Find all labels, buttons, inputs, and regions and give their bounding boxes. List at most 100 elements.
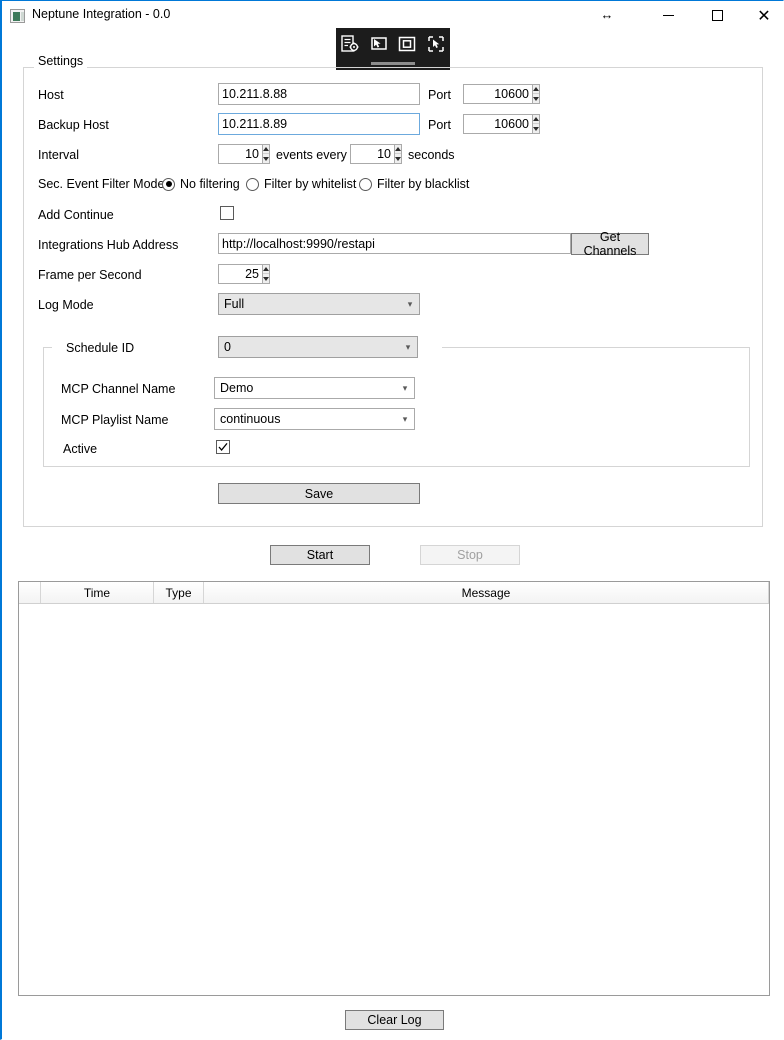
backup-host-label: Backup Host	[38, 118, 109, 132]
host-port-spinner[interactable]	[463, 84, 540, 104]
start-button[interactable]: Start	[270, 545, 370, 565]
log-table-body[interactable]	[19, 604, 769, 995]
arrow-down-icon	[533, 97, 539, 101]
mcp-playlist-label: MCP Playlist Name	[61, 413, 168, 427]
active-checkbox[interactable]	[216, 440, 230, 454]
mcp-playlist-value: continuous	[220, 412, 396, 426]
interval-seconds-spin-buttons[interactable]	[394, 145, 401, 163]
hub-address-input[interactable]	[218, 233, 571, 254]
settings-group-label: Settings	[34, 54, 87, 68]
close-button[interactable]: ✕	[741, 1, 784, 30]
host-port-input[interactable]	[464, 85, 532, 103]
backup-host-port-spin-buttons[interactable]	[532, 115, 539, 133]
radio-filter-by-whitelist-label: Filter by whitelist	[264, 177, 356, 191]
frame-per-second-input[interactable]	[219, 265, 262, 283]
arrow-down-icon	[263, 157, 269, 161]
minimize-icon	[663, 15, 674, 16]
mcp-channel-label: MCP Channel Name	[61, 382, 175, 396]
window-title: Neptune Integration - 0.0	[32, 7, 170, 21]
host-port-label: Port	[428, 88, 451, 102]
frame-per-second-spinner[interactable]	[218, 264, 270, 284]
add-continue-checkbox[interactable]	[220, 206, 234, 220]
radio-no-filtering-indicator	[162, 178, 175, 191]
radio-no-filtering-label: No filtering	[180, 177, 240, 191]
interval-events-decrement-button[interactable]	[263, 154, 269, 163]
radio-filter-by-whitelist[interactable]: Filter by whitelist	[246, 177, 356, 191]
interval-events-input[interactable]	[219, 145, 262, 163]
arrow-up-icon	[395, 147, 401, 151]
add-continue-label: Add Continue	[38, 208, 114, 222]
interval-trailing-label: seconds	[408, 148, 455, 162]
active-label: Active	[63, 442, 97, 456]
backup-host-port-increment-button[interactable]	[533, 115, 539, 124]
host-port-increment-button[interactable]	[533, 85, 539, 94]
interval-seconds-increment-button[interactable]	[395, 145, 401, 154]
chevron-down-icon: ▾	[401, 299, 419, 310]
app-icon	[10, 9, 25, 23]
log-mode-value: Full	[224, 297, 401, 311]
mcp-channel-value: Demo	[220, 381, 396, 395]
radio-filter-by-blacklist[interactable]: Filter by blacklist	[359, 177, 469, 191]
host-input[interactable]	[218, 83, 420, 105]
chevron-down-icon: ▾	[396, 383, 414, 394]
frame-per-second-label: Frame per Second	[38, 268, 142, 282]
schedule-id-label: Schedule ID	[66, 341, 134, 355]
horizontal-resize-cursor: ↔	[599, 6, 615, 22]
interval-seconds-spinner[interactable]	[350, 144, 402, 164]
log-mode-select[interactable]: Full ▾	[218, 293, 420, 315]
backup-host-port-spinner[interactable]	[463, 114, 540, 134]
arrow-up-icon	[533, 87, 539, 91]
backup-host-port-decrement-button[interactable]	[533, 124, 539, 133]
log-column-gutter	[19, 582, 41, 603]
application-window: Neptune Integration - 0.0 ↔ ✕	[0, 0, 784, 1040]
interval-events-spinner[interactable]	[218, 144, 270, 164]
capture-freeform-icon[interactable]	[425, 33, 447, 55]
save-button[interactable]: Save	[218, 483, 420, 504]
schedule-id-value: 0	[224, 340, 399, 354]
capture-window-icon[interactable]	[368, 33, 390, 55]
host-label: Host	[38, 88, 64, 102]
interval-seconds-decrement-button[interactable]	[395, 154, 401, 163]
interval-seconds-input[interactable]	[351, 145, 394, 163]
log-table-header: Time Type Message	[19, 582, 769, 604]
log-column-message[interactable]: Message	[204, 582, 769, 603]
backup-host-port-input[interactable]	[464, 115, 532, 133]
interval-events-spin-buttons[interactable]	[262, 145, 269, 163]
backup-host-input[interactable]	[218, 113, 420, 135]
arrow-up-icon	[263, 267, 269, 271]
title-bar: Neptune Integration - 0.0 ↔ ✕	[2, 1, 783, 31]
schedule-id-select[interactable]: 0 ▾	[218, 336, 418, 358]
radio-no-filtering[interactable]: No filtering	[162, 177, 240, 191]
close-icon: ✕	[757, 8, 770, 24]
log-column-type[interactable]: Type	[154, 582, 204, 603]
frame-per-second-spin-buttons[interactable]	[262, 265, 269, 283]
get-channels-button[interactable]: Get Channels	[571, 233, 649, 255]
arrow-down-icon	[533, 127, 539, 131]
stop-button[interactable]: Stop	[420, 545, 520, 565]
schedule-group-box	[43, 347, 750, 467]
capture-fullscreen-icon[interactable]	[396, 33, 418, 55]
radio-filter-by-whitelist-indicator	[246, 178, 259, 191]
frame-per-second-increment-button[interactable]	[263, 265, 269, 274]
maximize-button[interactable]	[694, 1, 740, 30]
backup-host-port-label: Port	[428, 118, 451, 132]
host-port-spin-buttons[interactable]	[532, 85, 539, 103]
log-column-time[interactable]: Time	[41, 582, 154, 603]
chevron-down-icon: ▾	[399, 342, 417, 353]
interval-label: Interval	[38, 148, 79, 162]
log-mode-label: Log Mode	[38, 298, 94, 312]
minimize-button[interactable]	[645, 1, 691, 30]
radio-filter-by-blacklist-label: Filter by blacklist	[377, 177, 469, 191]
hub-address-label: Integrations Hub Address	[38, 238, 178, 252]
mcp-channel-select[interactable]: Demo ▾	[214, 377, 415, 399]
capture-region-settings-icon[interactable]	[339, 33, 361, 55]
overlay-drag-handle[interactable]	[371, 62, 415, 65]
chevron-down-icon: ▾	[396, 414, 414, 425]
mcp-playlist-select[interactable]: continuous ▾	[214, 408, 415, 430]
interval-events-increment-button[interactable]	[263, 145, 269, 154]
host-port-decrement-button[interactable]	[533, 94, 539, 103]
maximize-icon	[712, 10, 723, 21]
radio-filter-by-blacklist-indicator	[359, 178, 372, 191]
clear-log-button[interactable]: Clear Log	[345, 1010, 444, 1030]
frame-per-second-decrement-button[interactable]	[263, 274, 269, 283]
